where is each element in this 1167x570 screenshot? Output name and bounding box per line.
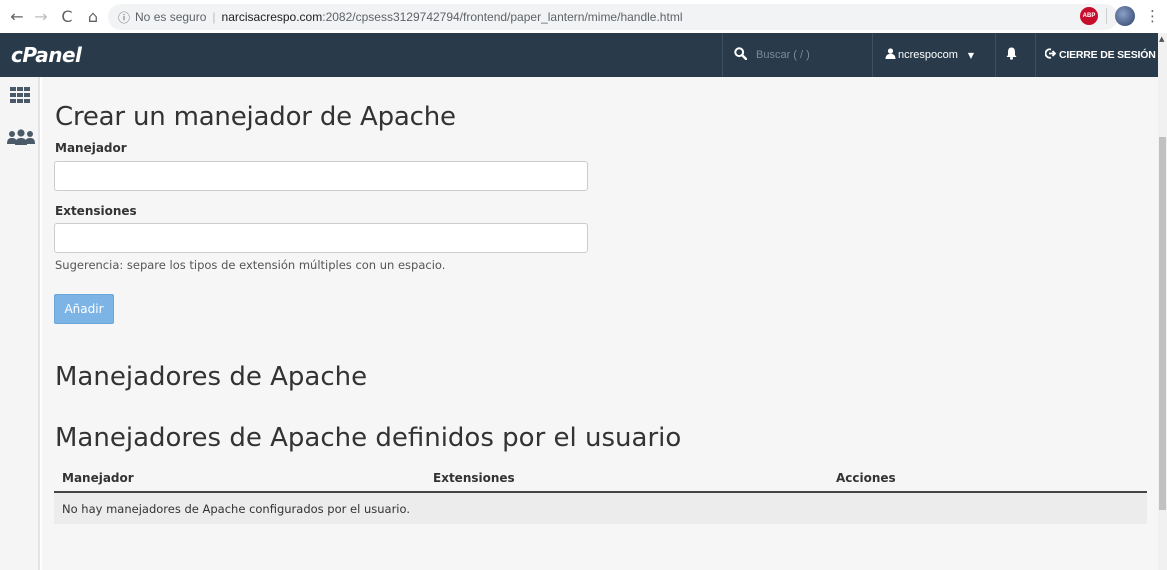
user-defined-handlers-title: Manejadores de Apache definidos por el u…	[55, 423, 682, 453]
browser-toolbar: ← → C ⌂ ⓘ No es seguro | narcisacrespo.c…	[0, 0, 1167, 33]
users-icon[interactable]	[7, 129, 35, 145]
toolbar-divider	[1106, 8, 1107, 24]
apps-grid-icon[interactable]	[10, 87, 31, 103]
page-scrollbar[interactable]: ▲	[1158, 33, 1167, 570]
header-divider	[872, 33, 873, 77]
reload-icon[interactable]: C	[56, 6, 78, 28]
scroll-up-icon[interactable]: ▲	[1159, 35, 1164, 43]
home-icon[interactable]: ⌂	[82, 6, 104, 28]
logout-label: CIERRE DE SESIÓN	[1059, 49, 1156, 61]
insecure-label: No es seguro	[135, 10, 207, 24]
add-button[interactable]: Añadir	[54, 294, 114, 324]
cpanel-logo[interactable]: cPanel	[11, 43, 82, 67]
info-icon[interactable]: ⓘ	[118, 9, 130, 26]
extensions-hint: Sugerencia: separe los tipos de extensió…	[55, 258, 446, 272]
search-icon	[734, 46, 748, 64]
empty-table-message: No hay manejadores de Apache configurado…	[62, 502, 410, 516]
header-divider	[1035, 33, 1036, 77]
handler-input[interactable]	[54, 161, 588, 191]
main-content: Crear un manejador de Apache Manejador E…	[42, 77, 1158, 570]
browser-menu-icon[interactable]: ⋮	[1145, 7, 1160, 25]
logout-button[interactable]: CIERRE DE SESIÓN	[1044, 33, 1156, 77]
forward-icon[interactable]: →	[30, 6, 52, 28]
profile-avatar[interactable]	[1115, 6, 1135, 26]
extensions-area: ABP ⋮	[1080, 5, 1160, 27]
url-host: narcisacrespo.com	[221, 10, 323, 24]
bell-icon	[1006, 47, 1017, 64]
cpanel-header: cPanel Buscar ( / ) ncrespocom ▼ CIERRE …	[0, 33, 1158, 77]
column-header-actions: Acciones	[836, 471, 896, 485]
column-header-handler[interactable]: Manejador	[62, 471, 134, 485]
search-placeholder: Buscar ( / )	[756, 49, 810, 61]
header-divider	[722, 33, 723, 77]
username-label: ncrespocom	[898, 49, 958, 61]
address-bar[interactable]: ⓘ No es seguro | narcisacrespo.com:2082/…	[108, 4, 1118, 30]
column-header-extensions[interactable]: Extensiones	[433, 471, 515, 485]
address-separator: |	[212, 10, 216, 24]
search-box[interactable]: Buscar ( / )	[734, 33, 862, 77]
header-divider	[995, 33, 996, 77]
table-header: Manejador Extensiones Acciones	[54, 462, 1147, 493]
url-path: :2082/cpsess3129742794/frontend/paper_la…	[322, 10, 683, 24]
table-row: No hay manejadores de Apache configurado…	[54, 493, 1147, 524]
extensions-label: Extensiones	[55, 204, 137, 218]
back-icon[interactable]: ←	[6, 6, 28, 28]
adblock-plus-icon[interactable]: ABP	[1080, 7, 1098, 25]
handler-label: Manejador	[55, 141, 127, 155]
scrollbar-thumb[interactable]	[1159, 137, 1166, 510]
chevron-down-icon: ▼	[967, 50, 975, 60]
user-menu[interactable]: ncrespocom ▼	[885, 33, 974, 77]
left-sidebar	[0, 77, 40, 570]
create-handler-title: Crear un manejador de Apache	[55, 102, 456, 132]
user-handlers-table: Manejador Extensiones Acciones No hay ma…	[54, 462, 1147, 524]
logout-icon	[1044, 48, 1057, 62]
user-icon	[885, 48, 896, 62]
apache-handlers-title: Manejadores de Apache	[55, 362, 368, 392]
extensions-input[interactable]	[54, 223, 588, 253]
notifications-button[interactable]	[1006, 33, 1017, 77]
